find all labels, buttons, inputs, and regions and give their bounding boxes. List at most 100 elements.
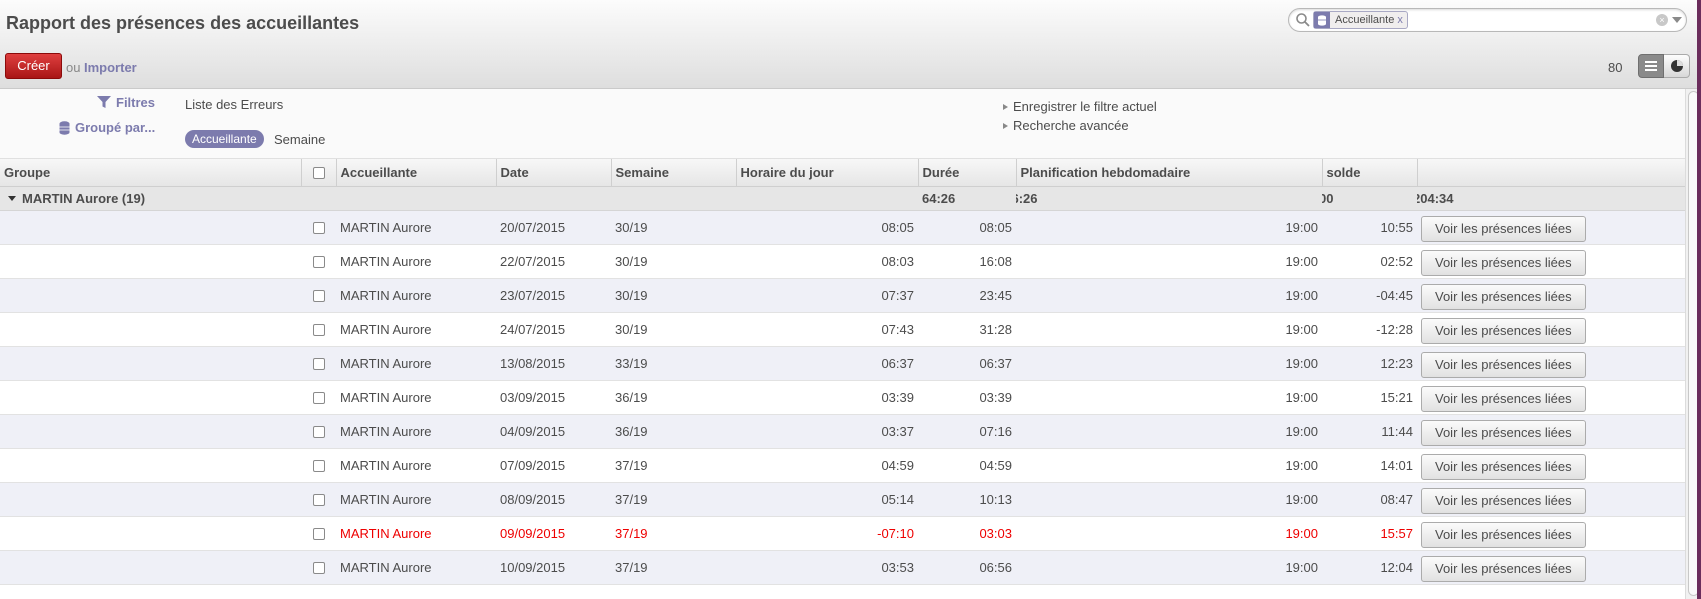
table-row[interactable]: MARTIN Aurore 23/07/2015 30/19 07:37 23:45 19… (0, 278, 1685, 313)
row-action-cell: Voir les présences liées (1417, 244, 1685, 279)
clear-search-icon[interactable]: × (1656, 14, 1668, 26)
column-header-accueillante[interactable]: Accueillante (336, 159, 497, 187)
row-action-cell: Voir les présences liées (1417, 516, 1685, 551)
or-label: ou (66, 60, 81, 75)
row-checkbox[interactable] (312, 528, 325, 541)
row-duree: 16:08 (918, 244, 1016, 279)
table-row[interactable]: MARTIN Aurore 03/09/2015 36/19 03:39 03:39 19… (0, 380, 1685, 415)
row-semaine: 30/19 (611, 244, 736, 279)
group-total-solde: 204:34 (1417, 186, 1685, 211)
list-view-button[interactable] (1638, 54, 1664, 78)
column-header-semaine[interactable]: Semaine (611, 159, 737, 187)
row-action-cell: Voir les présences liées (1417, 312, 1685, 347)
column-header-duree[interactable]: Durée (918, 159, 1017, 187)
groupby-item-semaine[interactable]: Semaine (274, 132, 325, 147)
view-linked-attendances-button[interactable]: Voir les présences liées (1421, 453, 1586, 480)
row-checkbox[interactable] (312, 562, 325, 575)
row-checkbox[interactable] (312, 290, 325, 303)
row-select-cell (301, 414, 336, 449)
row-action-cell: Voir les présences liées (1417, 278, 1685, 313)
row-horaire: 08:03 (736, 244, 918, 279)
column-header-groupe[interactable]: Groupe (0, 159, 302, 187)
row-planif: 19:00 (1016, 448, 1322, 483)
view-linked-attendances-button[interactable]: Voir les présences liées (1421, 555, 1586, 582)
table-row[interactable]: MARTIN Aurore 20/07/2015 30/19 08:05 08:05 19… (0, 210, 1685, 245)
import-link[interactable]: Importer (84, 60, 137, 75)
row-date: 04/09/2015 (496, 414, 611, 449)
view-linked-attendances-button[interactable]: Voir les présences liées (1421, 215, 1586, 242)
groupby-item-accueillante[interactable]: Accueillante (185, 130, 264, 148)
row-duree: 03:39 (918, 380, 1016, 415)
row-checkbox[interactable] (312, 324, 325, 337)
filters-heading: Filtres (97, 95, 155, 110)
expand-triangle-icon (1003, 122, 1008, 129)
row-solde: 11:44 (1322, 414, 1417, 449)
row-checkbox[interactable] (312, 358, 325, 371)
view-linked-attendances-button[interactable]: Voir les présences liées (1421, 249, 1586, 276)
filter-item-errors[interactable]: Liste des Erreurs (185, 97, 283, 112)
row-solde: 12:04 (1322, 550, 1417, 585)
row-checkbox[interactable] (312, 494, 325, 507)
row-horaire: 07:43 (736, 312, 918, 347)
row-checkbox[interactable] (312, 426, 325, 439)
row-checkbox[interactable] (312, 256, 325, 269)
row-horaire: 03:39 (736, 380, 918, 415)
view-linked-attendances-button[interactable]: Voir les présences liées (1421, 385, 1586, 412)
row-select-cell (301, 312, 336, 347)
view-linked-attendances-button[interactable]: Voir les présences liées (1421, 521, 1586, 548)
table-row[interactable]: MARTIN Aurore 09/09/2015 37/19 -07:10 03:03 1… (0, 516, 1685, 551)
table-row[interactable]: MARTIN Aurore 04/09/2015 36/19 03:37 07:16 19… (0, 414, 1685, 449)
column-header-solde[interactable]: solde (1322, 159, 1418, 187)
row-checkbox[interactable] (312, 222, 325, 235)
row-action-cell: Voir les présences liées (1417, 210, 1685, 245)
table-row[interactable]: MARTIN Aurore 22/07/2015 30/19 08:03 16:08 19… (0, 244, 1685, 279)
pager-value[interactable]: 80 (1608, 60, 1622, 75)
expand-triangle-icon (1003, 103, 1008, 110)
row-group-cell (0, 482, 301, 517)
row-semaine: 30/19 (611, 278, 736, 313)
row-action-cell: Voir les présences liées (1417, 550, 1685, 585)
row-duree: 07:16 (918, 414, 1016, 449)
search-options-toggle-icon[interactable] (1672, 17, 1682, 23)
group-row[interactable]: MARTIN Aurore (19) 64:26 156:26 361:00 2… (0, 186, 1685, 211)
advanced-search-link[interactable]: Recherche avancée (1003, 118, 1129, 133)
row-solde: -04:45 (1322, 278, 1417, 313)
row-group-cell (0, 380, 301, 415)
row-accueillante: MARTIN Aurore (336, 550, 496, 585)
row-checkbox[interactable] (312, 460, 325, 473)
row-date: 09/09/2015 (496, 516, 611, 551)
row-horaire: 04:59 (736, 448, 918, 483)
row-horaire: 07:37 (736, 278, 918, 313)
row-group-cell (0, 414, 301, 449)
column-header-actions (1417, 159, 1685, 187)
row-checkbox[interactable] (312, 392, 325, 405)
view-linked-attendances-button[interactable]: Voir les présences liées (1421, 351, 1586, 378)
table-row[interactable]: MARTIN Aurore 24/07/2015 30/19 07:43 31:28 19… (0, 312, 1685, 347)
row-planif: 19:00 (1016, 278, 1322, 313)
table-row[interactable]: MARTIN Aurore 10/09/2015 37/19 03:53 06:56 19… (0, 550, 1685, 585)
column-header-date[interactable]: Date (496, 159, 612, 187)
group-total-planif-value: 361:00 (1322, 190, 1334, 206)
row-planif: 19:00 (1016, 312, 1322, 347)
table-row[interactable]: MARTIN Aurore 08/09/2015 37/19 05:14 10:13 19… (0, 482, 1685, 517)
column-header-horaire[interactable]: Horaire du jour (736, 159, 919, 187)
row-semaine: 30/19 (611, 312, 736, 347)
view-linked-attendances-button[interactable]: Voir les présences liées (1421, 487, 1586, 514)
caret-down-icon (8, 195, 16, 201)
column-header-planification[interactable]: Planification hebdomadaire (1016, 159, 1323, 187)
search-box[interactable]: Accueillante x × (1288, 8, 1687, 32)
view-linked-attendances-button[interactable]: Voir les présences liées (1421, 317, 1586, 344)
search-facet-accueillante[interactable]: Accueillante x (1313, 11, 1408, 29)
view-linked-attendances-button[interactable]: Voir les présences liées (1421, 283, 1586, 310)
table-row[interactable]: MARTIN Aurore 13/08/2015 33/19 06:37 06:37 19… (0, 346, 1685, 381)
create-button[interactable]: Créer (5, 53, 62, 79)
group-total-planif: 361:00 (1322, 186, 1417, 211)
row-planif: 19:00 (1016, 482, 1322, 517)
view-linked-attendances-button[interactable]: Voir les présences liées (1421, 419, 1586, 446)
group-label-cell[interactable]: MARTIN Aurore (19) (0, 186, 918, 211)
table-row[interactable]: MARTIN Aurore 07/09/2015 37/19 04:59 04:59 19… (0, 448, 1685, 483)
facet-remove-button[interactable]: x (1397, 14, 1407, 26)
save-filter-link[interactable]: Enregistrer le filtre actuel (1003, 99, 1157, 114)
select-all-checkbox[interactable] (312, 167, 325, 180)
graph-view-button[interactable] (1664, 54, 1690, 78)
